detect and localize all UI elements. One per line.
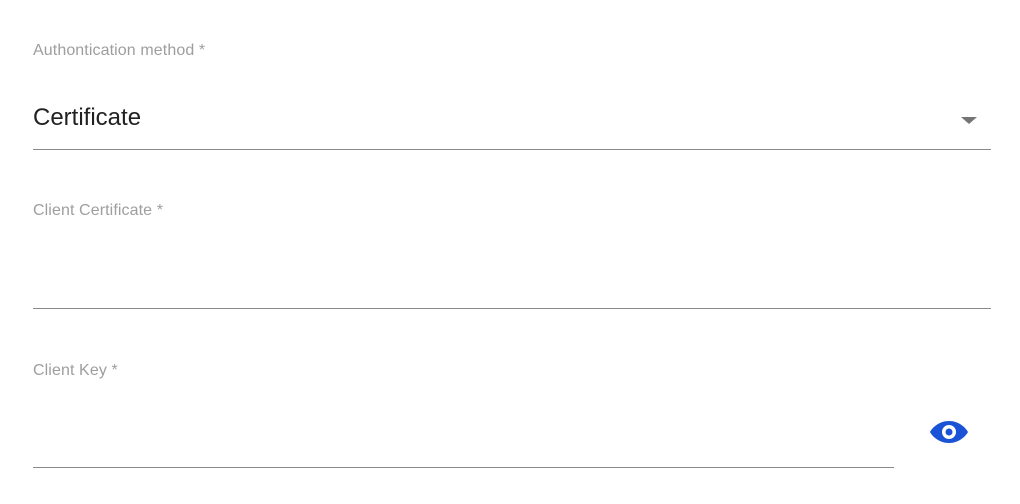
- auth-method-underline: [33, 149, 991, 150]
- auth-method-select[interactable]: [33, 90, 991, 150]
- client-certificate-input[interactable]: [33, 262, 991, 302]
- show-key-toggle-button[interactable]: [929, 416, 969, 448]
- client-certificate-label: Client Certificate *: [33, 202, 164, 219]
- chevron-down-icon[interactable]: [961, 117, 977, 124]
- auth-method-label: Authontication method *: [33, 42, 206, 59]
- client-key-label: Client Key *: [33, 362, 118, 379]
- eye-icon: [930, 421, 968, 443]
- client-key-underline: [33, 467, 894, 468]
- client-certificate-underline: [33, 308, 991, 309]
- client-key-input[interactable]: [33, 420, 893, 460]
- auth-form: Authontication method * Certificate Clie…: [0, 0, 1020, 504]
- auth-method-selected-value: Certificate: [33, 104, 142, 131]
